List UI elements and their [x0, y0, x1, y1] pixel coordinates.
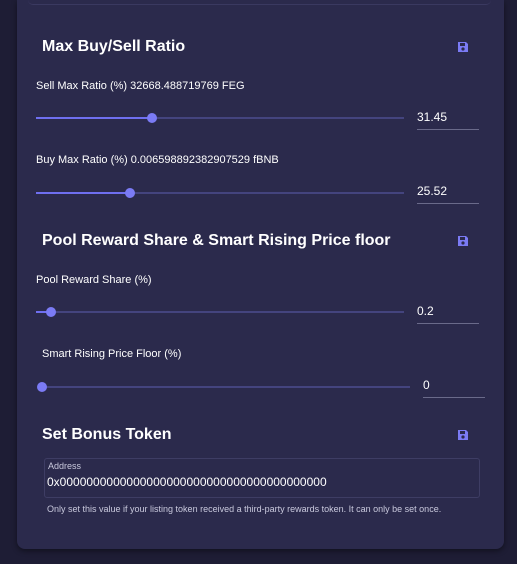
floppy-disk-icon[interactable] — [457, 41, 469, 53]
slider-track — [36, 311, 404, 313]
previous-card-edge — [28, 0, 491, 5]
pool-reward-share-label: Pool Reward Share (%) — [36, 274, 152, 286]
buy-max-ratio-slider[interactable] — [36, 188, 404, 198]
slider-thumb[interactable] — [146, 113, 157, 123]
address-field[interactable]: Address 0x000000000000000000000000000000… — [44, 458, 480, 498]
smart-rising-price-floor-label: Smart Rising Price Floor (%) — [42, 348, 182, 360]
sell-max-ratio-slider[interactable] — [36, 113, 404, 123]
pool-reward-share-slider[interactable] — [36, 307, 404, 317]
pool-reward-share-input[interactable]: 0.2 — [417, 301, 479, 324]
set-bonus-token-title: Set Bonus Token — [42, 426, 172, 443]
sell-max-ratio-input[interactable]: 31.45 — [417, 107, 479, 130]
max-ratio-title: Max Buy/Sell Ratio — [42, 38, 186, 55]
sell-max-ratio-label: Sell Max Ratio (%) 32668.488719769 FEG — [36, 80, 245, 92]
slider-fill — [36, 117, 152, 119]
floppy-disk-icon[interactable] — [457, 429, 469, 441]
address-input[interactable]: 0x00000000000000000000000000000000000000… — [47, 475, 327, 489]
slider-track — [42, 386, 410, 388]
pool-reward-title: Pool Reward Share & Smart Rising Price f… — [42, 232, 391, 249]
address-helper-text: Only set this value if your listing toke… — [47, 504, 442, 514]
slider-fill — [36, 192, 130, 194]
buy-max-ratio-input[interactable]: 25.52 — [417, 181, 479, 204]
slider-thumb[interactable] — [37, 382, 47, 392]
floppy-disk-icon[interactable] — [457, 235, 469, 247]
slider-thumb[interactable] — [124, 188, 135, 198]
smart-rising-price-floor-input[interactable]: 0 — [423, 375, 485, 398]
address-label: Address — [48, 461, 82, 471]
slider-thumb[interactable] — [45, 307, 56, 317]
buy-max-ratio-label: Buy Max Ratio (%) 0.006598892382907529 f… — [36, 154, 279, 166]
smart-rising-price-floor-slider[interactable] — [37, 382, 410, 392]
